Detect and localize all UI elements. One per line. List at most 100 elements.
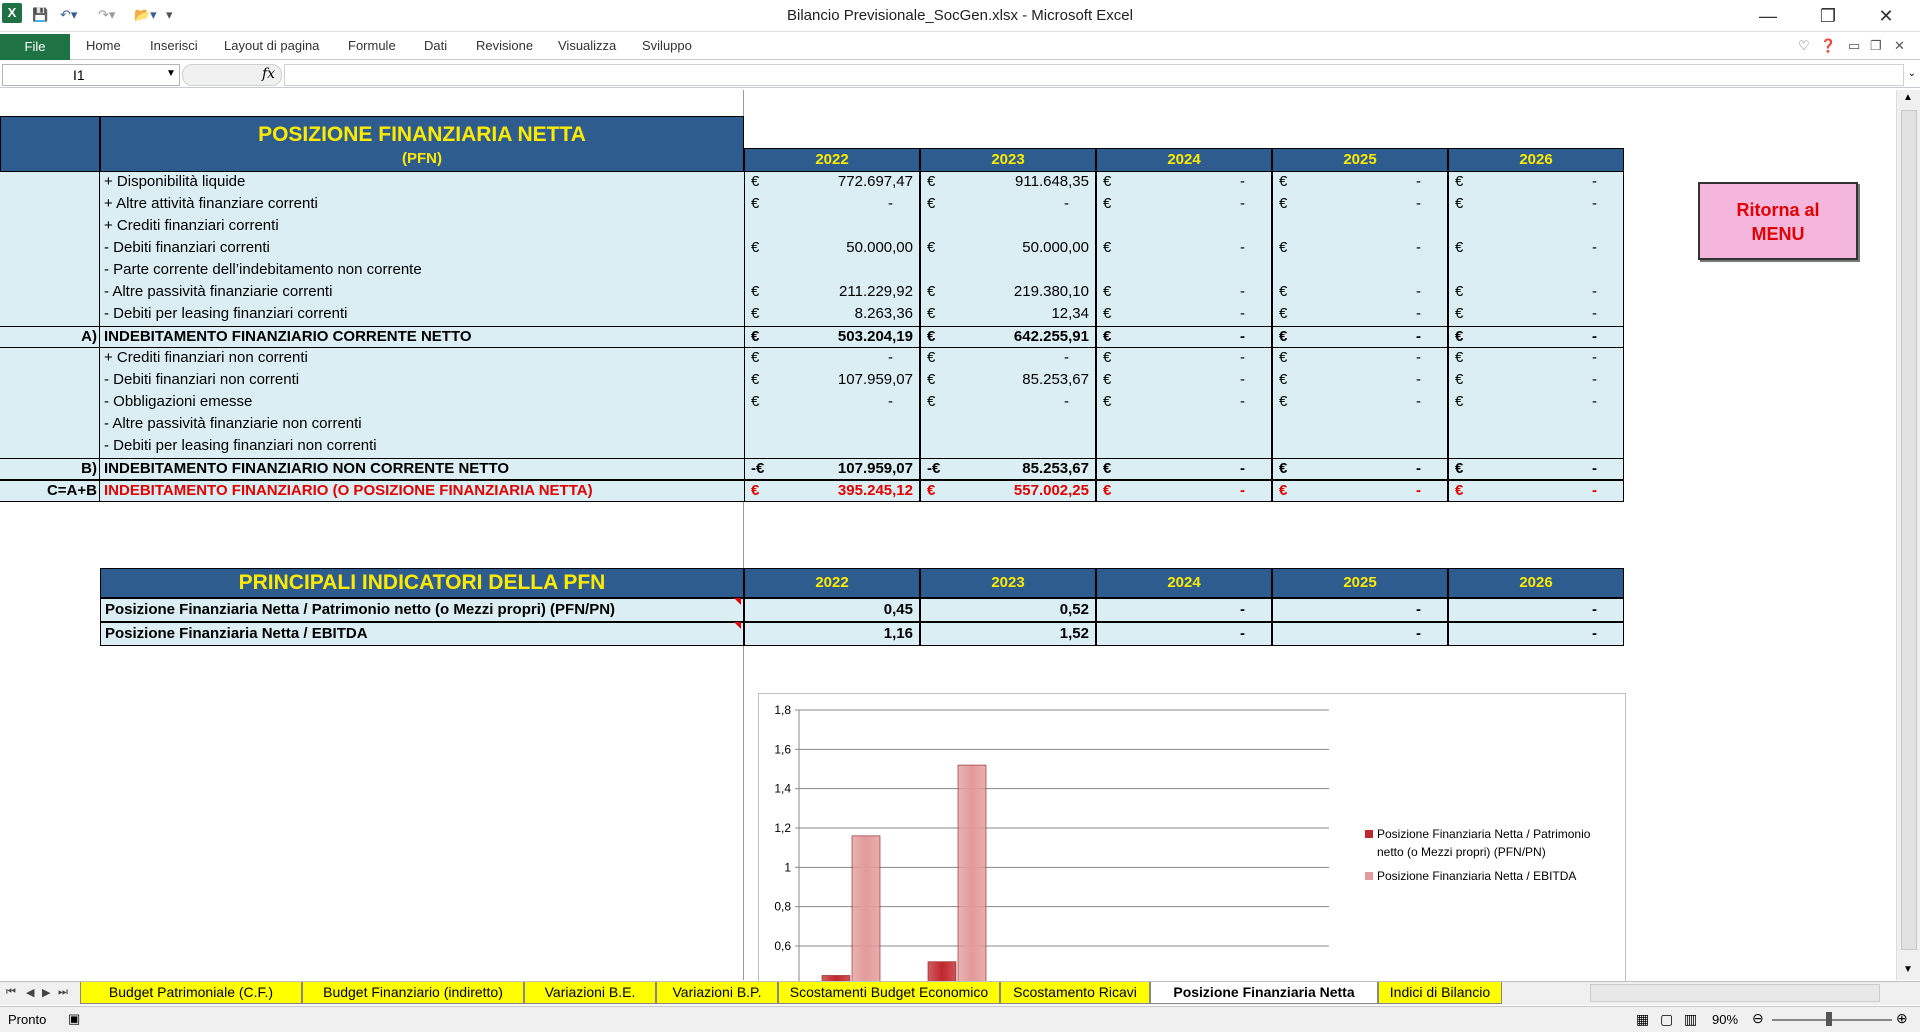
pfn-value-cell[interactable]: €12,34 — [920, 304, 1096, 326]
pfn-value-cell[interactable]: € - — [744, 194, 920, 216]
pfn-row-label[interactable]: - Parte corrente dell’indebitamento non … — [100, 260, 744, 282]
page-break-view-icon[interactable]: ▥ — [1684, 1011, 1697, 1028]
pfn-value-cell[interactable] — [1272, 414, 1448, 436]
scroll-down-icon[interactable]: ▼ — [1903, 964, 1913, 975]
pfn-value-cell[interactable]: € - — [1272, 480, 1448, 502]
pfn-row-code[interactable] — [0, 304, 100, 326]
pfn-row-label[interactable]: - Altre passività finanziarie correnti — [100, 282, 744, 304]
pfn-value-cell[interactable]: € - — [1448, 238, 1624, 260]
pfn-row-label[interactable]: + Crediti finanziari correnti — [100, 216, 744, 238]
pfn-value-cell[interactable]: € - — [1272, 238, 1448, 260]
tab-revisione[interactable]: Revisione — [476, 38, 533, 53]
scroll-thumb[interactable] — [1901, 110, 1917, 950]
indicator-value[interactable]: - — [1096, 622, 1272, 646]
pfn-row-label[interactable]: - Debiti finanziari non correnti — [100, 370, 744, 392]
pfn-value-cell[interactable]: €8.263,36 — [744, 304, 920, 326]
pfn-row-label[interactable]: + Crediti finanziari non correnti — [100, 348, 744, 370]
minimize-ribbon-icon[interactable]: ♡ — [1798, 38, 1810, 54]
pfn-row-label[interactable]: - Obbligazioni emesse — [100, 392, 744, 414]
indicator-value[interactable]: - — [1272, 598, 1448, 622]
return-to-menu-button[interactable]: Ritorna al MENU — [1698, 182, 1858, 260]
pfn-row-label[interactable]: - Altre passività finanziarie non corren… — [100, 414, 744, 436]
restore-button[interactable]: ❐ — [1808, 4, 1848, 28]
pfn-value-cell[interactable] — [744, 414, 920, 436]
indicator-value[interactable]: 1,52 — [920, 622, 1096, 646]
name-box[interactable]: I1 — [2, 64, 180, 86]
sheet-tab[interactable]: Indici di Bilancio — [1378, 982, 1502, 1004]
formula-input[interactable] — [284, 64, 1904, 86]
pfn-value-cell[interactable]: € - — [1096, 238, 1272, 260]
pfn-value-cell[interactable] — [1448, 414, 1624, 436]
pfn-row-code[interactable] — [0, 260, 100, 282]
pfn-value-cell[interactable]: €107.959,07 — [744, 370, 920, 392]
pfn-value-cell[interactable]: € - — [1448, 458, 1624, 480]
comment-indicator-icon[interactable] — [734, 622, 741, 629]
pfn-value-cell[interactable]: € - — [1272, 282, 1448, 304]
pfn-value-cell[interactable] — [920, 414, 1096, 436]
pfn-value-cell[interactable]: € - — [1272, 194, 1448, 216]
pfn-value-cell[interactable]: €557.002,25 — [920, 480, 1096, 502]
pfn-value-cell[interactable] — [744, 260, 920, 282]
pfn-value-cell[interactable]: € - — [1448, 370, 1624, 392]
chevron-down-icon[interactable]: ▼ — [166, 68, 176, 79]
workbook-restore-icon[interactable]: ❐ — [1870, 38, 1882, 54]
pfn-value-cell[interactable]: € - — [1448, 304, 1624, 326]
pfn-value-cell[interactable]: € - — [1448, 194, 1624, 216]
pfn-row-label[interactable]: + Disponibilità liquide — [100, 172, 744, 194]
pfn-value-cell[interactable]: € - — [1272, 392, 1448, 414]
sheet-tab[interactable]: Scostamenti Budget Economico — [778, 982, 1000, 1004]
help-icon[interactable]: ❓ — [1820, 38, 1836, 54]
pfn-value-cell[interactable]: €772.697,47 — [744, 172, 920, 194]
pfn-value-cell[interactable]: € - — [1096, 282, 1272, 304]
vertical-scrollbar[interactable]: ▲ ▼ — [1896, 90, 1920, 980]
pfn-value-cell[interactable]: € - — [1448, 348, 1624, 370]
pfn-value-cell[interactable]: € - — [1272, 326, 1448, 348]
pfn-value-cell[interactable]: € - — [1272, 458, 1448, 480]
scroll-up-icon[interactable]: ▲ — [1903, 92, 1913, 103]
indicator-value[interactable]: 1,16 — [744, 622, 920, 646]
tab-sviluppo[interactable]: Sviluppo — [642, 38, 692, 53]
pfn-row-label[interactable]: - Debiti finanziari correnti — [100, 238, 744, 260]
pfn-value-cell[interactable] — [1448, 436, 1624, 458]
pfn-value-cell[interactable] — [1096, 414, 1272, 436]
pfn-value-cell[interactable]: € - — [1096, 480, 1272, 502]
indicator-label[interactable]: Posizione Finanziaria Netta / EBITDA — [100, 622, 744, 646]
indicator-value[interactable]: - — [1272, 622, 1448, 646]
workbook-close-icon[interactable]: ✕ — [1894, 38, 1905, 54]
pfn-value-cell[interactable] — [1448, 260, 1624, 282]
tab-visualizza[interactable]: Visualizza — [558, 38, 616, 53]
pfn-value-cell[interactable] — [1272, 260, 1448, 282]
pfn-value-cell[interactable]: €395.245,12 — [744, 480, 920, 502]
horizontal-scrollbar[interactable] — [1590, 984, 1880, 1002]
pfn-value-cell[interactable]: € - — [1096, 370, 1272, 392]
pfn-value-cell[interactable] — [1272, 436, 1448, 458]
pfn-row-label[interactable]: INDEBITAMENTO FINANZIARIO NON CORRENTE N… — [100, 458, 744, 480]
pfn-row-code[interactable] — [0, 172, 100, 194]
pfn-value-cell[interactable]: € - — [1096, 348, 1272, 370]
pfn-value-cell[interactable]: € - — [920, 194, 1096, 216]
pfn-row-code[interactable]: C=A+B — [0, 480, 100, 502]
macro-record-icon[interactable]: ▣ — [68, 1011, 80, 1027]
pfn-value-cell[interactable]: €50.000,00 — [744, 238, 920, 260]
pfn-row-code[interactable] — [0, 238, 100, 260]
pfn-value-cell[interactable]: €85.253,67 — [920, 370, 1096, 392]
pfn-value-cell[interactable]: € - — [1096, 304, 1272, 326]
tab-layout[interactable]: Layout di pagina — [224, 38, 319, 53]
first-sheet-icon[interactable]: ⏮ — [6, 986, 16, 999]
normal-view-icon[interactable]: ▦ — [1636, 1011, 1649, 1028]
pfn-row-code[interactable]: A) — [0, 326, 100, 348]
tab-inserisci[interactable]: Inserisci — [150, 38, 198, 53]
zoom-out-icon[interactable]: ⊖ — [1752, 1010, 1764, 1027]
pfn-value-cell[interactable]: € - — [1096, 392, 1272, 414]
pfn-row-code[interactable] — [0, 414, 100, 436]
next-sheet-icon[interactable]: ▶ — [42, 986, 50, 999]
pfn-value-cell[interactable]: € - — [1448, 326, 1624, 348]
sheet-tab[interactable]: Budget Finanziario (indiretto) — [302, 982, 524, 1004]
pfn-value-cell[interactable] — [744, 216, 920, 238]
indicator-value[interactable]: - — [1448, 622, 1624, 646]
pfn-value-cell[interactable]: € - — [920, 392, 1096, 414]
indicator-value[interactable]: - — [1448, 598, 1624, 622]
pfn-value-cell[interactable]: € - — [744, 348, 920, 370]
pfn-value-cell[interactable]: -€ 107.959,07 — [744, 458, 920, 480]
tab-dati[interactable]: Dati — [424, 38, 447, 53]
